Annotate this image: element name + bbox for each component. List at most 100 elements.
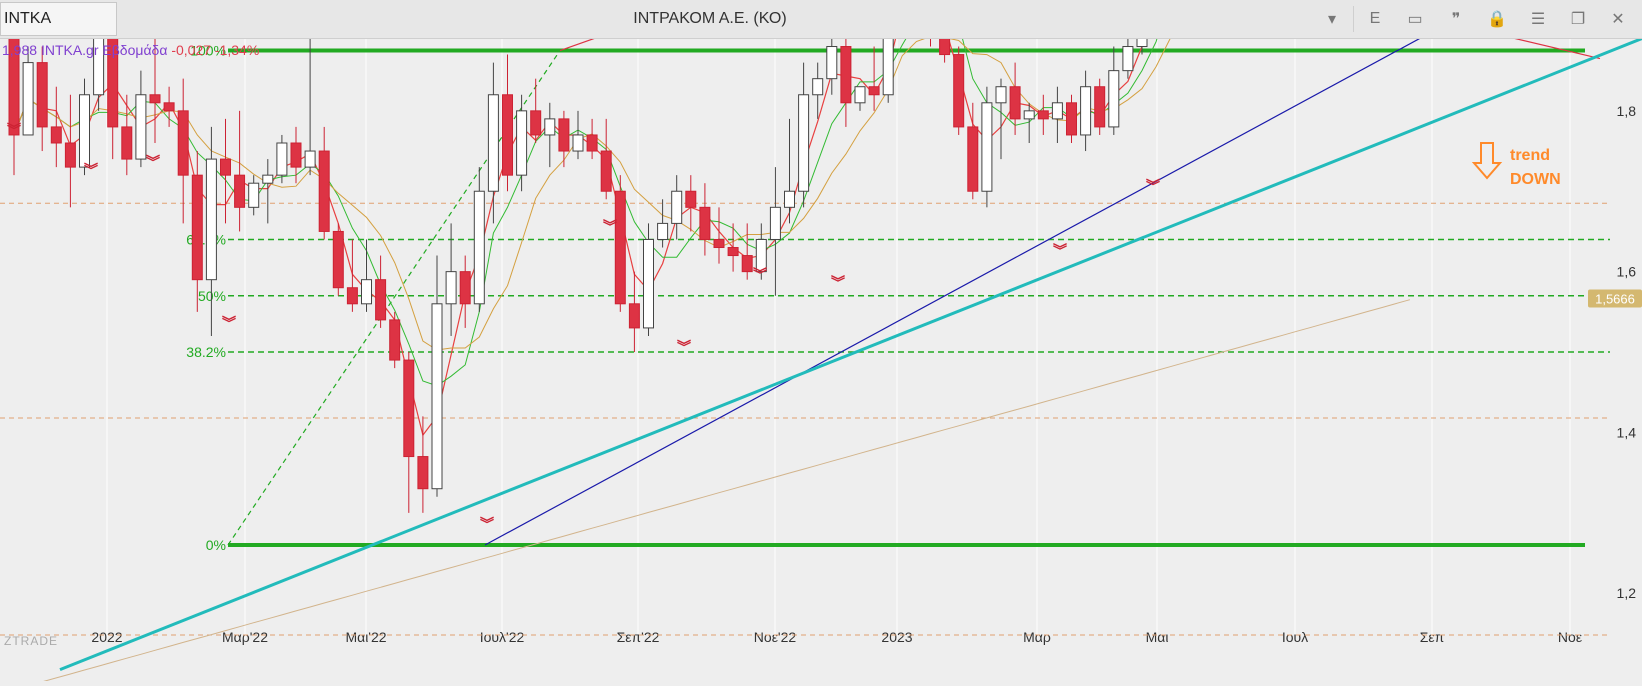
annotation-down: DOWN	[1510, 171, 1561, 188]
candle-body	[304, 150, 316, 168]
candle-body	[135, 94, 147, 160]
candle-body	[1136, 21, 1148, 48]
candle-body	[643, 238, 654, 329]
candle-body	[276, 142, 288, 176]
x-tick-label: Νοε	[1558, 629, 1582, 645]
candle-body	[346, 287, 358, 305]
fib-level-label: 0%	[206, 537, 226, 553]
info-change-pct: -1,34%	[214, 42, 260, 58]
candle-body	[191, 174, 203, 281]
x-tick-label: 2023	[881, 629, 912, 645]
candle-body	[445, 271, 457, 305]
candle-body	[1080, 86, 1092, 136]
candle-body	[1066, 102, 1077, 136]
candle-body	[163, 102, 175, 112]
x-tick-label: Μαι	[1146, 629, 1169, 645]
price-chart[interactable]: 2022 Μαρ'22 Μαι'22 Ιουλ'22 Σεπ'22 Νοε'22 2023 Μ…	[0, 0, 1642, 686]
candle-body	[600, 150, 612, 192]
candle-body	[487, 94, 499, 192]
candle-body	[826, 46, 838, 80]
candle-body	[248, 182, 260, 208]
info-price: 1,988	[2, 42, 38, 58]
candle-body	[614, 190, 626, 305]
candle-body	[530, 110, 542, 136]
fractal-down-marker: ︾	[222, 315, 236, 331]
x-tick-label: Σεπ	[1420, 629, 1445, 645]
chart-area[interactable]: 2022 Μαρ'22 Μαι'22 Ιουλ'22 Σεπ'22 Νοε'22 2023 Μ…	[0, 0, 1642, 686]
x-tick-label: Μαι'22	[345, 629, 386, 645]
candle-body	[375, 279, 387, 321]
candle-body	[459, 271, 471, 305]
y-tick-label: 1,6	[1617, 264, 1637, 280]
fractal-down-marker: ︾	[84, 162, 98, 178]
x-tick-label: 2022	[91, 629, 122, 645]
candle-body	[882, 21, 894, 96]
candle-body	[332, 230, 344, 289]
quote-icon[interactable]: ❞	[1436, 0, 1476, 38]
fractal-down-marker: ︾	[480, 516, 494, 532]
candle-body	[234, 174, 246, 208]
menu-icon[interactable]: ☰	[1518, 0, 1558, 38]
x-tick-label: Νοε'22	[754, 629, 797, 645]
annotation-trend: trend	[1510, 147, 1550, 164]
candle-body	[868, 86, 880, 96]
candle-body	[389, 319, 401, 361]
candle-body	[361, 279, 372, 305]
candle-body	[840, 46, 852, 104]
price-label-text: 1,5666	[1595, 291, 1635, 306]
candle-body	[713, 238, 725, 249]
candle-body	[36, 62, 48, 128]
y-tick-label: 1,2	[1617, 585, 1637, 601]
dropdown-icon[interactable]: ▾	[1312, 0, 1352, 38]
fractal-down-marker: ︾	[7, 122, 21, 138]
e-button[interactable]: E	[1355, 0, 1395, 38]
close-icon[interactable]: ✕	[1598, 0, 1638, 38]
candle-body	[502, 94, 513, 176]
candle-body	[1023, 110, 1035, 120]
candle-body	[149, 94, 161, 104]
candle-body	[685, 190, 697, 208]
fib-level-label: 38.2%	[186, 344, 226, 360]
y-tick-label: 1,8	[1617, 103, 1637, 119]
window-title: ΙΝΤΡΑΚΟΜ Α.Ε. (ΚΟ)	[633, 10, 787, 27]
candle-body	[784, 190, 795, 208]
candle-body	[403, 359, 415, 458]
x-tick-label: Μαρ'22	[222, 629, 268, 645]
info-symbol: INTKA.gr	[40, 42, 99, 58]
candle-body	[812, 78, 824, 96]
quote-info: 1,988 INTKA.gr Εβδομάδα -0,027 -1,34%	[2, 42, 259, 58]
symbol-input[interactable]: INTKA	[0, 2, 117, 36]
title-bar: INTKA ΙΝΤΡΑΚΟΜ Α.Ε. (ΚΟ) ▾ E ▭ ❞ 🔒 ☰ ❐ ✕	[0, 0, 1642, 39]
candle-body	[544, 118, 556, 136]
trend-down-arrow-icon	[1471, 142, 1503, 180]
candle-body	[671, 190, 683, 224]
candle-body	[64, 142, 76, 168]
fib-level-label: 50%	[198, 288, 226, 304]
candle-body	[727, 247, 739, 257]
candle-body	[1037, 110, 1049, 120]
candle-body	[177, 110, 189, 176]
candle-body	[741, 255, 753, 273]
candle-body	[586, 134, 598, 152]
x-tick-label: Σεπ'22	[617, 629, 660, 645]
x-tick-label: Ιουλ'22	[480, 629, 525, 645]
fractal-down-marker: ︾	[831, 275, 845, 291]
fractal-down-marker: ︾	[146, 154, 160, 170]
lock-icon[interactable]: 🔒	[1477, 0, 1517, 38]
candle-body	[1108, 70, 1120, 128]
fractal-down-marker: ︾	[1146, 178, 1160, 194]
x-tick-label: Ιουλ	[1282, 629, 1308, 645]
candle-body	[1009, 86, 1021, 120]
teal-trendline	[59, 37, 1642, 672]
layout-icon[interactable]: ▭	[1395, 0, 1435, 38]
candle-body	[1094, 86, 1106, 128]
candle-body	[290, 142, 302, 168]
candle-body	[417, 456, 429, 490]
fractal-down-marker: ︾	[677, 339, 691, 355]
restore-icon[interactable]: ❐	[1558, 0, 1598, 38]
candle-body	[473, 190, 485, 305]
candle-body	[1122, 46, 1134, 72]
candle-body	[953, 54, 965, 128]
candle-body	[50, 126, 62, 144]
candle-body	[699, 206, 711, 240]
